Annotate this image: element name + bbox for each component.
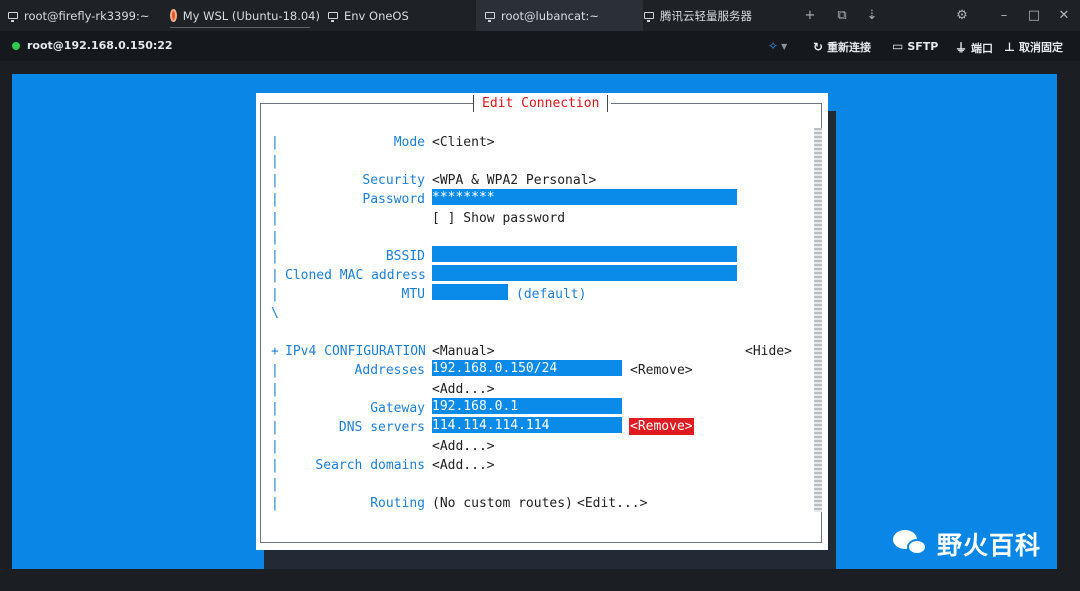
sftp-label: SFTP	[907, 39, 939, 53]
tab-label: My WSL (Ubuntu-18.04)	[182, 8, 320, 23]
address-field[interactable]: 192.168.0.150/24	[432, 360, 622, 377]
download-button[interactable]: ⇣	[858, 0, 886, 31]
port-button[interactable]: ⏚ 端口	[955, 39, 993, 56]
bssid-label: BSSID	[385, 249, 425, 264]
row-bar: |	[271, 230, 279, 245]
watermark-text: 野火百科	[937, 531, 1042, 560]
remove-dns-button[interactable]: <Remove>	[629, 418, 694, 435]
row-bar: |	[271, 192, 279, 207]
ipv4-config-label: IPv4 CONFIGURATION	[285, 344, 426, 359]
row-bar: |	[271, 287, 279, 302]
row-bar: |	[271, 401, 279, 416]
bssid-field[interactable]	[432, 246, 737, 263]
clone-tab-button[interactable]: ⧉	[828, 0, 856, 31]
row-bar: |	[271, 477, 279, 492]
minimize-button[interactable]: –	[990, 0, 1018, 31]
mtu-default-hint: (default)	[516, 287, 587, 302]
routing-value: (No custom routes)	[432, 496, 573, 511]
gateway-label: Gateway	[370, 401, 425, 416]
mode-select[interactable]: <Client>	[432, 133, 495, 152]
tab-label: Env OneOS	[344, 8, 409, 23]
session-toolbar: root@192.168.0.150:22 ✧ ▼ ↻ 重新连接 ▭ SFTP ⏚…	[0, 31, 1080, 61]
tab-env-oneos[interactable]: Env OneOS	[320, 0, 478, 31]
bulb-icon: ✧	[768, 39, 779, 53]
row-bar: |	[271, 249, 279, 264]
row-bar: |	[271, 382, 279, 397]
scrollbar[interactable]	[814, 128, 822, 512]
port-label: 端口	[971, 41, 994, 55]
bulb-button[interactable]: ✧ ▼	[768, 39, 787, 53]
maximize-button[interactable]: □	[1020, 0, 1048, 31]
remove-address-button[interactable]: <Remove>	[630, 361, 693, 380]
tab-label: root@firefly-rk3399:~	[24, 8, 150, 23]
refresh-icon: ↻	[813, 40, 824, 54]
monitor-icon	[485, 12, 495, 22]
connection-status-dot	[12, 42, 20, 50]
row-bar: |	[271, 363, 279, 378]
row-bar: |	[271, 211, 279, 226]
tab-firefly[interactable]: root@firefly-rk3399:~	[0, 0, 164, 31]
watermark: 野火百科	[893, 526, 1041, 562]
close-window-button[interactable]: ✕	[1050, 0, 1078, 31]
frame-top-left	[260, 103, 473, 104]
plug-icon: ⏚	[955, 41, 968, 55]
show-password-checkbox[interactable]: [ ] Show password	[432, 209, 565, 228]
add-address-button[interactable]: <Add...>	[432, 380, 495, 399]
new-tab-button[interactable]: +	[796, 0, 824, 31]
row-bar: |	[271, 135, 279, 150]
dialog-title: Edit Connection	[473, 95, 609, 112]
row-bar: |	[271, 439, 279, 454]
row-backslash: \	[271, 306, 279, 321]
ipv4-method-select[interactable]: <Manual>	[432, 342, 495, 361]
sftp-button[interactable]: ▭ SFTP	[892, 39, 938, 53]
row-bar: |	[271, 496, 279, 511]
tab-label: 腾讯云轻量服务器	[660, 8, 752, 23]
security-select[interactable]: <WPA & WPA2 Personal>	[432, 171, 596, 190]
routing-label: Routing	[370, 496, 425, 511]
tab-label: root@lubancat:~	[501, 8, 600, 23]
mtu-label: MTU	[401, 287, 425, 302]
monitor-icon	[8, 12, 18, 22]
wechat-icon	[893, 530, 929, 558]
row-bar: |	[271, 268, 279, 283]
tab-tencent[interactable]: 腾讯云轻量服务器	[636, 0, 794, 31]
security-label: Security	[362, 173, 425, 188]
settings-icon[interactable]: ⚙	[948, 0, 976, 31]
search-domains-label: Search domains	[315, 458, 425, 473]
hide-button[interactable]: <Hide>	[745, 342, 792, 361]
cloned-mac-field[interactable]	[432, 265, 737, 282]
reconnect-label: 重新连接	[827, 41, 872, 54]
ubuntu-icon	[170, 9, 177, 22]
addresses-label: Addresses	[354, 363, 425, 378]
unpin-label: 取消固定	[1018, 41, 1063, 54]
mtu-field[interactable]	[432, 284, 508, 301]
dialog-frame	[260, 103, 822, 543]
edit-routing-button[interactable]: <Edit...>	[577, 494, 647, 513]
add-search-domain-button[interactable]: <Add...>	[432, 456, 495, 475]
tab-bar: root@firefly-rk3399:~ My WSL (Ubuntu-18.…	[0, 0, 1080, 31]
reconnect-button[interactable]: ↻ 重新连接	[813, 39, 871, 55]
row-bar: |	[271, 420, 279, 435]
tab-lubancat[interactable]: root@lubancat:~	[476, 0, 643, 31]
row-bar: |	[271, 458, 279, 473]
password-field[interactable]: ********	[432, 189, 737, 206]
row-bar: |	[271, 173, 279, 188]
folder-icon: ▭	[892, 39, 904, 53]
dns-servers-label: DNS servers	[338, 420, 425, 435]
row-bar: |	[271, 154, 279, 169]
pin-icon: ⊥	[1004, 40, 1015, 54]
row-plus[interactable]: +	[271, 342, 279, 361]
dns-field[interactable]: 114.114.114.114	[432, 417, 622, 434]
cloned-mac-label: Cloned MAC address	[285, 268, 426, 283]
password-label: Password	[362, 192, 425, 207]
connection-address: root@192.168.0.150:22	[27, 39, 173, 52]
mode-label: Mode	[393, 135, 425, 150]
monitor-icon	[644, 12, 654, 22]
add-dns-button[interactable]: <Add...>	[432, 437, 495, 456]
frame-top-right	[611, 103, 822, 104]
tab-wsl[interactable]: My WSL (Ubuntu-18.04)	[160, 0, 320, 31]
gateway-field[interactable]: 192.168.0.1	[432, 398, 622, 415]
monitor-icon	[328, 12, 338, 22]
unpin-button[interactable]: ⊥ 取消固定	[1004, 39, 1063, 55]
